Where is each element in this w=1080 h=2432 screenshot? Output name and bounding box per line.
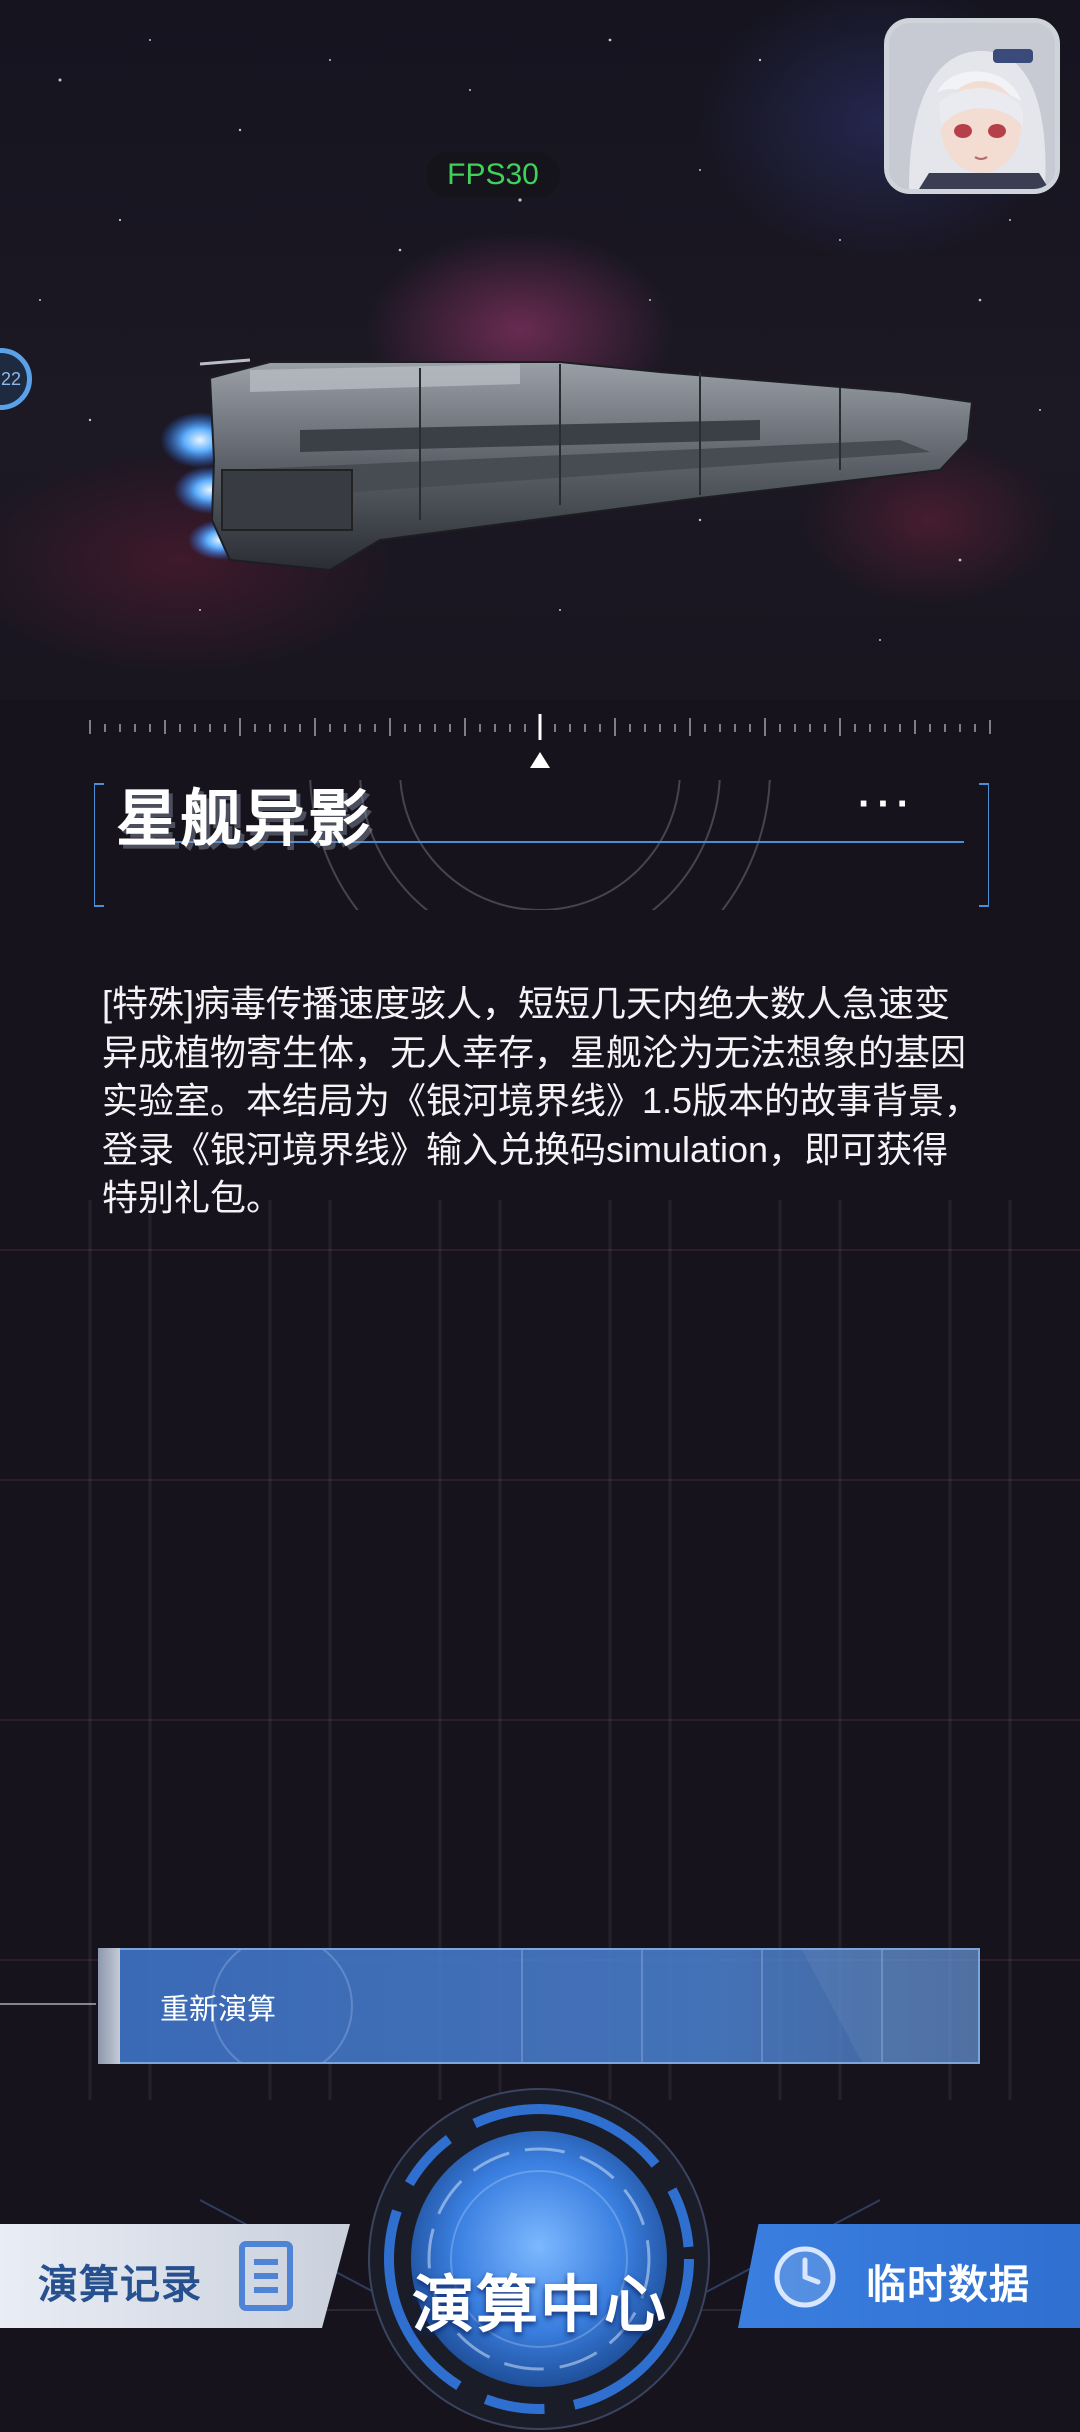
calc-center-label: 演算中心	[411, 2271, 668, 2340]
fps-counter: FPS30	[426, 152, 560, 198]
story-title: 星舰异影	[116, 785, 373, 854]
character-portrait-icon	[889, 23, 1055, 189]
replay-left-cap	[98, 1948, 120, 2064]
story-description: [特殊]病毒传播速度骇人，短短几天内绝大数人急速变异成植物寄生体，无人幸存，星舰…	[102, 983, 981, 1219]
replay-label: 重新演算	[160, 1994, 277, 2026]
avatar[interactable]	[884, 18, 1060, 194]
scale-ruler	[89, 714, 991, 740]
spaceship-banner: FPS30 22	[0, 0, 1080, 700]
more-options-button[interactable]: ···	[858, 782, 916, 827]
ruler-marker-icon	[530, 752, 550, 768]
replay-connector-line	[0, 2003, 96, 2005]
